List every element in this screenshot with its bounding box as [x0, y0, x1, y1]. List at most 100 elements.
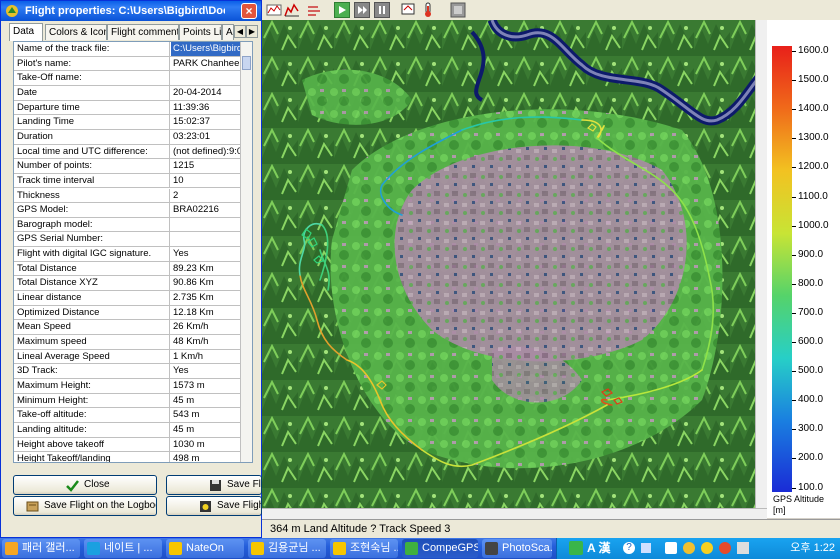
pause-icon[interactable] [374, 2, 390, 18]
tab-flight-comments[interactable]: Flight comments: [107, 24, 179, 40]
map-view[interactable] [262, 20, 767, 508]
property-value[interactable]: 48 Km/h [171, 335, 242, 349]
thermometer-icon[interactable] [420, 2, 436, 18]
property-row[interactable]: Total Distance 89.23 Km [14, 261, 242, 277]
property-row[interactable]: Maximum speed 48 Km/h [14, 335, 242, 350]
volume-icon[interactable] [737, 542, 749, 554]
network-icon[interactable] [569, 541, 583, 555]
property-row[interactable]: Date 20-04-2014 [14, 85, 242, 101]
vertical-profile-icon[interactable] [266, 2, 282, 18]
tab-data[interactable]: Data [9, 23, 43, 41]
property-value[interactable]: 543 m [171, 408, 242, 422]
property-value[interactable]: 20-04-2014 [171, 86, 242, 100]
flag-icon[interactable] [665, 542, 677, 554]
property-value[interactable]: 1215 [171, 159, 242, 173]
taskbar-button[interactable]: 조현숙님 ... [330, 539, 398, 558]
property-value[interactable]: C:\Users\Bigbird\D [171, 42, 242, 56]
graph-icon[interactable] [284, 2, 300, 18]
property-value[interactable]: 26 Km/h [171, 320, 242, 334]
property-value[interactable]: 1573 m [171, 379, 242, 393]
property-value[interactable]: 11:39:36 [171, 101, 242, 115]
save-logbook-button[interactable]: Save Flight on the Logbook [13, 496, 157, 516]
settings-icon[interactable] [450, 2, 466, 18]
tab-points-list[interactable]: Points List [179, 24, 222, 40]
grid-scrollbar[interactable] [240, 42, 252, 462]
property-value[interactable]: 1 Km/h [171, 350, 242, 364]
tab-colors-icons[interactable]: Colors & Icons [45, 24, 107, 40]
flight-analysis-icon[interactable] [400, 2, 416, 18]
property-value[interactable]: 10 [171, 174, 242, 188]
property-row[interactable]: Local time and UTC difference: (not defin… [14, 144, 242, 160]
taskbar-button[interactable]: CompeGPS [402, 539, 478, 558]
tab-more[interactable]: A [222, 24, 234, 40]
grid-scrollbar-thumb[interactable] [242, 56, 251, 70]
property-row[interactable]: Height Takeoff/landing 498 m [14, 452, 242, 462]
property-value[interactable]: 45 m [171, 394, 242, 408]
chat-icon[interactable] [683, 542, 695, 554]
property-value[interactable]: Yes [171, 247, 242, 261]
tray-dropdown-icon[interactable] [641, 543, 651, 553]
property-row[interactable]: Take-off altitude: 543 m [14, 408, 242, 423]
tab-scroll-right-icon[interactable]: ▶ [246, 25, 258, 38]
help-icon[interactable]: ? [623, 542, 635, 554]
taskbar-button[interactable]: NateOn [166, 539, 244, 558]
save-flight-alt-button[interactable]: Save Flight [166, 496, 262, 516]
property-row[interactable]: Lineal Average Speed 1 Km/h [14, 349, 242, 365]
clock[interactable]: 오후 1:22 [790, 538, 835, 559]
property-value[interactable] [171, 71, 242, 85]
property-row[interactable]: Minimum Height: 45 m [14, 393, 242, 409]
property-row[interactable]: Duration 03:23:01 [14, 129, 242, 145]
window-titlebar[interactable]: Flight properties: C:\Users\Bigbird\Docu… [1, 1, 261, 21]
property-value[interactable]: 15:02:37 [171, 115, 242, 129]
taskbar-button[interactable]: 패러 갤러... [2, 539, 80, 558]
property-value[interactable]: 89.23 Km [171, 262, 242, 276]
forward-icon[interactable] [354, 2, 370, 18]
property-row[interactable]: Pilot's name: PARK Chanhee [14, 56, 242, 72]
property-value[interactable]: 2 [171, 189, 242, 203]
property-row[interactable]: Optimized Distance 12.18 Km [14, 305, 242, 321]
property-row[interactable]: Linear distance 2.735 Km [14, 291, 242, 306]
taskbar-button[interactable]: 김용균님 ... [248, 539, 326, 558]
property-row[interactable]: Landing altitude: 45 m [14, 422, 242, 438]
property-row[interactable]: Barograph model: [14, 217, 242, 233]
property-value[interactable]: 03:23:01 [171, 130, 242, 144]
property-row[interactable]: Track time interval 10 [14, 173, 242, 189]
alert-icon[interactable] [719, 542, 731, 554]
taskbar-button[interactable]: 네이트 | ... [84, 539, 162, 558]
save-flight-button[interactable]: Save Flight [166, 475, 262, 495]
property-value[interactable]: 1030 m [171, 438, 242, 452]
property-value[interactable]: 2.735 Km [171, 291, 242, 305]
close-window-button[interactable]: × [241, 3, 257, 19]
property-value[interactable] [171, 232, 242, 246]
property-value[interactable]: (not defined):9:00 [171, 145, 242, 159]
messenger-icon[interactable] [701, 542, 713, 554]
close-button[interactable]: Close [13, 475, 157, 495]
property-row[interactable]: Number of points: 1215 [14, 159, 242, 174]
property-value[interactable]: Yes [171, 364, 242, 378]
play-icon[interactable] [334, 2, 350, 18]
property-row[interactable]: Name of the track file:C:\Users\Bigbird\… [14, 42, 242, 57]
property-value[interactable]: 498 m [171, 452, 242, 462]
property-row[interactable]: Landing Time 15:02:37 [14, 115, 242, 130]
property-row[interactable]: Height above takeoff 1030 m [14, 437, 242, 453]
property-row[interactable]: Maximum Height: 1573 m [14, 378, 242, 394]
property-row[interactable]: Thickness 2 [14, 188, 242, 204]
property-row[interactable]: Mean Speed 26 Km/h [14, 320, 242, 335]
property-value[interactable]: BRA02216 [171, 203, 242, 217]
property-row[interactable]: GPS Model: BRA02216 [14, 203, 242, 218]
property-value[interactable]: 12.18 Km [171, 306, 242, 320]
property-row[interactable]: Total Distance XYZ 90.86 Km [14, 276, 242, 292]
property-row[interactable]: Take-Off name: [14, 71, 242, 86]
property-value[interactable]: PARK Chanhee [171, 57, 242, 71]
ime-indicator[interactable]: A 漢 [587, 538, 611, 559]
property-row[interactable]: 3D Track: Yes [14, 364, 242, 379]
taskbar-button[interactable]: PhotoSca... [482, 539, 552, 558]
property-row[interactable]: Flight with digital IGC signature. Yes [14, 247, 242, 262]
property-value[interactable]: 45 m [171, 423, 242, 437]
property-value[interactable]: 90.86 Km [171, 276, 242, 290]
property-value[interactable] [171, 218, 242, 232]
property-row[interactable]: Departure time 11:39:36 [14, 100, 242, 116]
property-row[interactable]: GPS Serial Number: [14, 232, 242, 248]
tab-scroll-left-icon[interactable]: ◀ [234, 25, 246, 38]
wind-icon[interactable] [306, 2, 322, 18]
